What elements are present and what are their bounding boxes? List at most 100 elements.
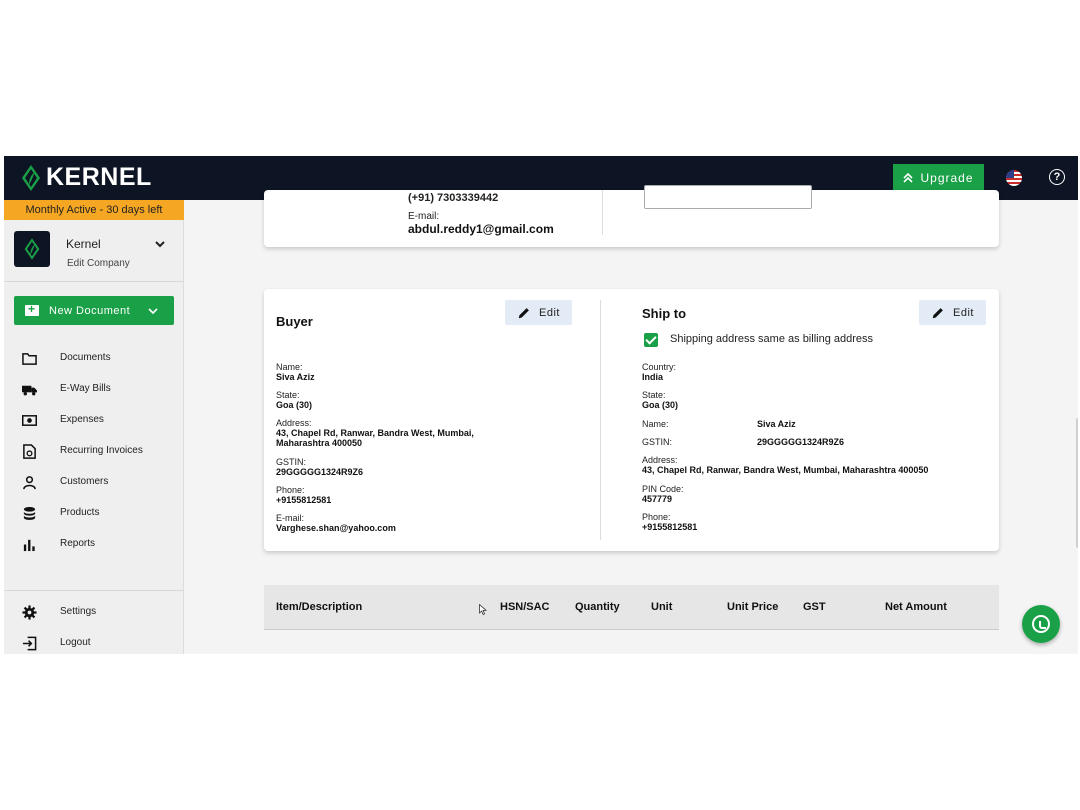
- sidebar: Monthly Active - 30 days left Kernel Edi…: [4, 200, 184, 654]
- buyer-email: Varghese.shan@yahoo.com: [276, 523, 396, 533]
- column-net-amount: Net Amount: [885, 601, 947, 613]
- sidebar-item-customers[interactable]: Customers: [4, 467, 184, 498]
- us-flag-icon[interactable]: [1006, 170, 1022, 186]
- gear-icon: [22, 605, 37, 620]
- buyer-edit-button[interactable]: Edit: [505, 300, 572, 325]
- buyer-gstin-label: GSTIN:: [276, 457, 307, 467]
- main-content: (+91) 7303339442 E-mail: abdul.reddy1@gm…: [185, 185, 1078, 654]
- same-as-billing-label[interactable]: Shipping address same as billing address: [670, 333, 873, 345]
- pencil-icon: [932, 307, 943, 318]
- shipto-gstin: 29GGGGG1324R9Z6: [757, 437, 845, 447]
- shipto-country-label: Country:: [642, 362, 677, 372]
- folder-icon: [22, 353, 37, 365]
- edit-company-link[interactable]: Edit Company: [67, 258, 130, 269]
- sidebar-item-expenses[interactable]: Expenses: [4, 405, 184, 436]
- buyer-shipto-card: Buyer Edit Name: Siva Aziz State: Goa (3…: [264, 289, 999, 551]
- buyer-name: Siva Aziz: [276, 372, 315, 382]
- buyer-address-label: Address:: [276, 418, 312, 428]
- kernel-leaf-icon: [24, 238, 40, 260]
- company-logo: [14, 231, 50, 267]
- shipto-pin-label: PIN Code:: [642, 484, 684, 494]
- new-folder-icon: [25, 302, 39, 316]
- shipto-name: Siva Aziz: [757, 419, 796, 429]
- seller-input-field[interactable]: [644, 185, 812, 209]
- sidebar-item-label: Products: [60, 507, 100, 518]
- column-quantity: Quantity: [575, 601, 620, 613]
- sidebar-item-label: Reports: [60, 538, 96, 549]
- sidebar-item-label: Expenses: [60, 414, 104, 425]
- sidebar-item-label: Documents: [60, 352, 111, 363]
- truck-icon: [22, 385, 37, 396]
- card-divider: [600, 300, 601, 540]
- seller-phone: (+91) 7303339442: [408, 192, 499, 204]
- shipto-country: India: [642, 372, 664, 382]
- seller-card: (+91) 7303339442 E-mail: abdul.reddy1@gm…: [264, 185, 999, 247]
- items-table-header: Item/Description HSN/SAC Quantity Unit U…: [264, 585, 999, 630]
- help-icon[interactable]: ?: [1049, 169, 1065, 185]
- mouse-cursor-icon: [479, 604, 487, 615]
- app-window: KERNEL Upgrade ? Monthly Active - 30 day…: [4, 156, 1078, 654]
- buyer-address-line2: Maharashtra 400050: [276, 438, 363, 448]
- buyer-address-line1: 43, Chapel Rd, Ranwar, Bandra West, Mumb…: [276, 428, 474, 438]
- upgrade-label: Upgrade: [920, 170, 974, 185]
- shipto-pin: 457779: [642, 494, 673, 504]
- logo-text: KERNEL: [46, 163, 152, 191]
- buyer-state: Goa (30): [276, 400, 313, 410]
- bar-chart-icon: [23, 539, 35, 552]
- buyer-gstin: 29GGGGG1324R9Z6: [276, 467, 364, 477]
- buyer-state-label: State:: [276, 390, 300, 400]
- sidebar-bottom-nav: Settings Logout: [4, 590, 184, 654]
- shipto-title: Ship to: [642, 306, 687, 321]
- shipto-address: 43, Chapel Rd, Ranwar, Bandra West, Mumb…: [642, 465, 929, 475]
- card-divider: [602, 190, 603, 235]
- company-switcher[interactable]: Kernel Edit Company: [4, 220, 184, 282]
- database-icon: [23, 506, 36, 520]
- shipto-state: Goa (30): [642, 400, 679, 410]
- sidebar-item-products[interactable]: Products: [4, 498, 184, 529]
- shipto-gstin-label: GSTIN:: [642, 437, 673, 447]
- scrollbar-thumb[interactable]: [1076, 418, 1078, 548]
- trial-banner: Monthly Active - 30 days left: [4, 200, 184, 220]
- buyer-phone: +9155812581: [276, 495, 332, 505]
- sidebar-item-logout[interactable]: Logout: [4, 628, 184, 654]
- pencil-icon: [518, 307, 529, 318]
- column-item-description: Item/Description: [276, 601, 363, 613]
- sidebar-item-reports[interactable]: Reports: [4, 529, 184, 560]
- whatsapp-icon: [1032, 615, 1050, 633]
- kernel-logo[interactable]: KERNEL: [20, 163, 152, 192]
- shipto-phone-label: Phone:: [642, 512, 671, 522]
- seller-email: abdul.reddy1@gmail.com: [408, 222, 554, 236]
- whatsapp-chat-button[interactable]: [1022, 605, 1060, 643]
- edit-label: Edit: [539, 306, 560, 319]
- shipto-state-label: State:: [642, 390, 666, 400]
- buyer-email-label: E-mail:: [276, 513, 305, 523]
- sidebar-item-settings[interactable]: Settings: [4, 597, 184, 628]
- sidebar-nav: Documents E-Way Bills Expenses Recurring…: [4, 343, 184, 560]
- shipto-phone: +9155812581: [642, 522, 698, 532]
- sidebar-item-label: Customers: [60, 476, 109, 487]
- company-name: Kernel: [66, 237, 101, 251]
- chevron-down-icon[interactable]: [154, 238, 166, 250]
- column-gst: GST: [803, 601, 826, 613]
- sidebar-item-label: Recurring Invoices: [60, 445, 143, 456]
- person-icon: [23, 476, 36, 490]
- sidebar-item-documents[interactable]: Documents: [4, 343, 184, 374]
- edit-label: Edit: [953, 306, 974, 319]
- sidebar-item-eway-bills[interactable]: E-Way Bills: [4, 374, 184, 405]
- chevron-down-icon[interactable]: [148, 306, 158, 316]
- sidebar-item-label: E-Way Bills: [60, 383, 111, 394]
- kernel-leaf-icon: [22, 164, 40, 191]
- column-unit: Unit: [651, 601, 673, 613]
- shipto-name-label: Name:: [642, 419, 669, 429]
- sidebar-item-label: Settings: [60, 606, 97, 617]
- column-hsn-sac: HSN/SAC: [500, 601, 550, 613]
- new-document-button[interactable]: New Document: [14, 296, 174, 325]
- shipto-edit-button[interactable]: Edit: [919, 300, 986, 325]
- shipto-address-label: Address:: [642, 455, 678, 465]
- cash-icon: [22, 415, 37, 426]
- sidebar-item-label: Logout: [60, 637, 91, 648]
- same-as-billing-checkbox[interactable]: [644, 333, 658, 347]
- new-document-label: New Document: [49, 304, 131, 317]
- upgrade-button[interactable]: Upgrade: [893, 164, 984, 191]
- sidebar-item-recurring-invoices[interactable]: Recurring Invoices: [4, 436, 184, 467]
